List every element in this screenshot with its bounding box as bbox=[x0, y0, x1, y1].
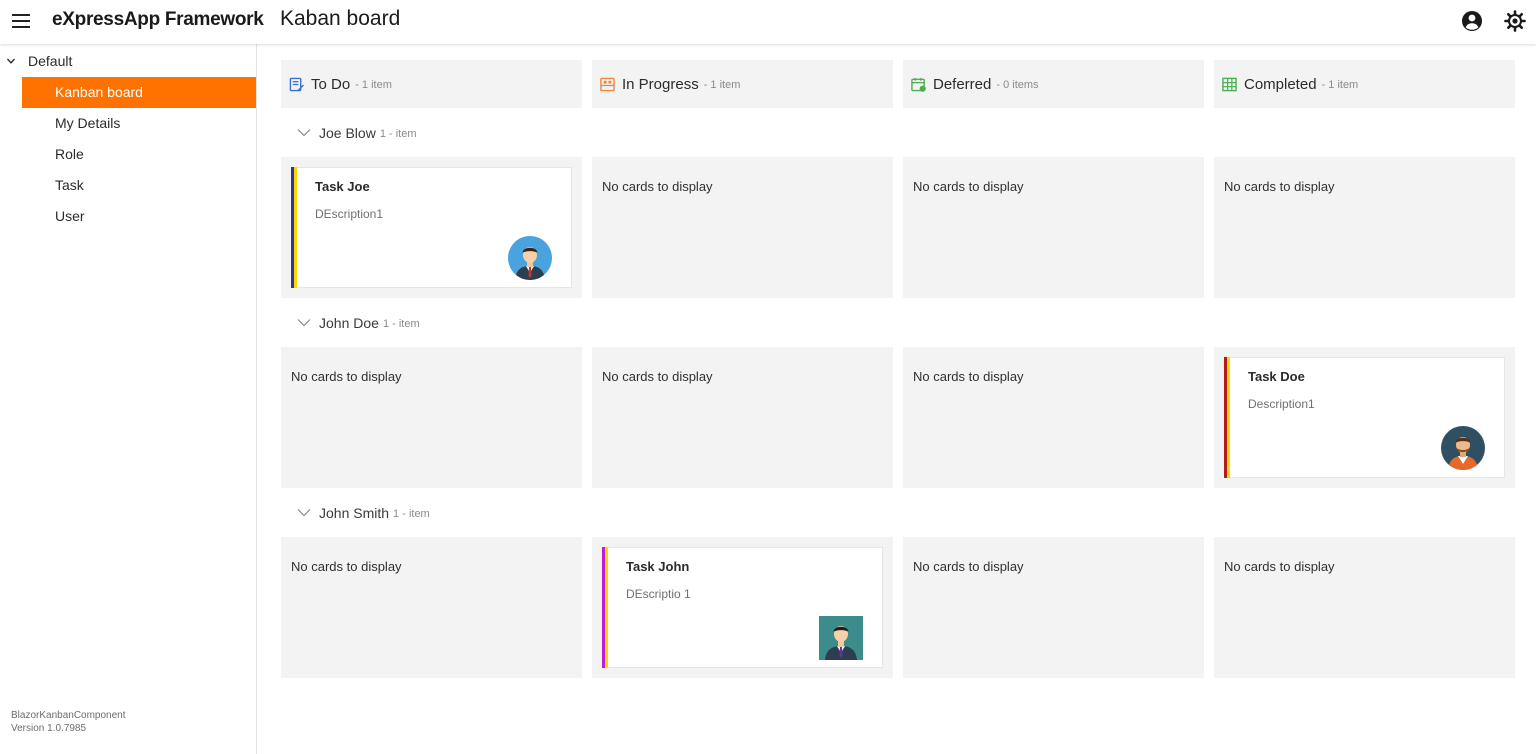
swimlane-row: Task Joe DEscription1 No cards to displa… bbox=[281, 157, 1515, 298]
user-avatar-icon bbox=[1441, 426, 1485, 470]
swimlane-name: John Doe bbox=[319, 314, 379, 331]
board-cell: No cards to display bbox=[1214, 537, 1515, 678]
empty-cell-text: No cards to display bbox=[602, 179, 713, 194]
swimlane-name: Joe Blow bbox=[319, 124, 376, 141]
chevron-down-icon bbox=[297, 129, 311, 137]
board-cell: No cards to display bbox=[903, 157, 1204, 298]
nav-items: Kanban board My Details Role Task User bbox=[22, 77, 256, 232]
board-cell: Task Doe Description1 bbox=[1214, 347, 1515, 488]
card-title: Task Joe bbox=[315, 179, 370, 194]
swimlane-header-joe-blow[interactable]: Joe Blow 1 - item bbox=[281, 108, 1515, 157]
nav-group-default[interactable]: Default bbox=[0, 50, 256, 72]
sidebar-item-role[interactable]: Role bbox=[22, 139, 256, 170]
sidebar-item-task[interactable]: Task bbox=[22, 170, 256, 201]
card-description: DEscription1 bbox=[315, 207, 384, 221]
column-headers: To Do - 1 item In Progress - 1 item Defe… bbox=[281, 60, 1515, 108]
app-version-text: Version 1.0.7985 bbox=[11, 723, 87, 734]
account-icon[interactable] bbox=[1460, 9, 1484, 33]
column-header-in-progress: In Progress - 1 item bbox=[592, 60, 893, 108]
sidebar-item-user[interactable]: User bbox=[22, 201, 256, 232]
card-description: Description1 bbox=[1248, 397, 1315, 411]
column-header-completed: Completed - 1 item bbox=[1214, 60, 1515, 108]
card-status-stripe bbox=[605, 547, 608, 668]
board-cell: Task John DEscriptio 1 bbox=[592, 537, 893, 678]
card-status-stripe bbox=[294, 167, 297, 288]
task-card-joe[interactable]: Task Joe DEscription1 bbox=[291, 167, 572, 288]
board-cell: No cards to display bbox=[281, 537, 582, 678]
card-title: Task Doe bbox=[1248, 369, 1305, 384]
todo-icon bbox=[289, 77, 304, 91]
card-status-stripe bbox=[1227, 357, 1230, 478]
empty-cell-text: No cards to display bbox=[1224, 559, 1335, 574]
empty-cell-text: No cards to display bbox=[913, 559, 1024, 574]
kanban-board: To Do - 1 item In Progress - 1 item Defe… bbox=[281, 60, 1515, 678]
swimlane-header-john-doe[interactable]: John Doe 1 - item bbox=[281, 298, 1515, 347]
chevron-down-icon bbox=[297, 509, 311, 517]
user-avatar-icon bbox=[819, 616, 863, 660]
empty-cell-text: No cards to display bbox=[291, 369, 402, 384]
swimlane-count: 1 - item bbox=[379, 127, 417, 140]
column-title: Deferred bbox=[933, 75, 992, 93]
in-progress-icon bbox=[600, 77, 615, 91]
top-bar: eXpressApp Framework Kaban board bbox=[0, 0, 1536, 44]
app-root: eXpressApp Framework Kaban board Default bbox=[0, 0, 1536, 754]
chevron-down-icon bbox=[297, 319, 311, 327]
swimlane-count: 1 - item bbox=[393, 507, 430, 520]
column-header-todo: To Do - 1 item bbox=[281, 60, 582, 108]
column-header-deferred: Deferred - 0 items bbox=[903, 60, 1204, 108]
page-title: Kaban board bbox=[280, 7, 401, 30]
sidebar-item-kanban-board[interactable]: Kanban board bbox=[22, 77, 256, 108]
swimlane-name: John Smith bbox=[319, 504, 390, 521]
deferred-icon bbox=[911, 77, 926, 92]
app-name-text: BlazorKanbanComponent bbox=[11, 710, 126, 721]
app-version-info: BlazorKanbanComponent Version 1.0.7985 bbox=[11, 709, 126, 735]
column-title: In Progress bbox=[622, 75, 699, 93]
user-avatar-icon bbox=[508, 236, 552, 280]
column-count: - 0 items bbox=[996, 79, 1039, 91]
sidebar-item-my-details[interactable]: My Details bbox=[22, 108, 256, 139]
settings-gear-icon[interactable] bbox=[1503, 9, 1527, 33]
board-cell: Task Joe DEscription1 bbox=[281, 157, 582, 298]
empty-cell-text: No cards to display bbox=[913, 179, 1024, 194]
board-cell: No cards to display bbox=[281, 347, 582, 488]
nav-group-label: Default bbox=[28, 53, 73, 69]
card-title: Task John bbox=[626, 559, 690, 574]
column-title: Completed bbox=[1244, 75, 1317, 93]
swimlane-count: 1 - item bbox=[382, 317, 420, 330]
task-card-doe[interactable]: Task Doe Description1 bbox=[1224, 357, 1505, 478]
column-count: - 1 item bbox=[1321, 79, 1359, 91]
completed-icon bbox=[1222, 77, 1237, 91]
board-cell: No cards to display bbox=[1214, 157, 1515, 298]
sidebar: Default Kanban board My Details Role Tas… bbox=[0, 44, 257, 754]
swimlane-row: No cards to display Task John DEscriptio… bbox=[281, 537, 1515, 678]
empty-cell-text: No cards to display bbox=[602, 369, 713, 384]
column-count: - 1 item bbox=[355, 79, 392, 91]
column-count: - 1 item bbox=[703, 79, 741, 91]
column-title: To Do bbox=[311, 75, 351, 93]
chevron-down-icon bbox=[6, 58, 16, 64]
board-cell: No cards to display bbox=[592, 157, 893, 298]
swimlane-row: No cards to display No cards to display … bbox=[281, 347, 1515, 488]
empty-cell-text: No cards to display bbox=[913, 369, 1024, 384]
hamburger-menu-icon[interactable] bbox=[11, 12, 31, 30]
swimlane-header-john-smith[interactable]: John Smith 1 - item bbox=[281, 488, 1515, 537]
empty-cell-text: No cards to display bbox=[1224, 179, 1335, 194]
app-brand: eXpressApp Framework bbox=[52, 9, 264, 30]
board-cell: No cards to display bbox=[592, 347, 893, 488]
task-card-john[interactable]: Task John DEscriptio 1 bbox=[602, 547, 883, 668]
board-cell: No cards to display bbox=[903, 347, 1204, 488]
empty-cell-text: No cards to display bbox=[291, 559, 402, 574]
board-cell: No cards to display bbox=[903, 537, 1204, 678]
card-description: DEscriptio 1 bbox=[626, 587, 691, 601]
